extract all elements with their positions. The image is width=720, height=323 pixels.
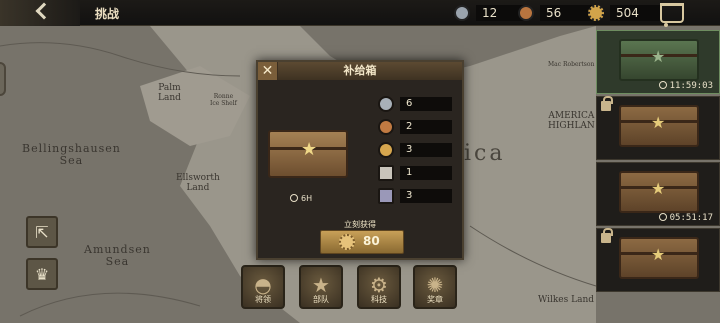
reward-row: 3 <box>378 188 454 204</box>
nav-medal-button[interactable]: ✺ 奖章 <box>413 265 457 309</box>
map-label-america: AMERICA HIGHLAN <box>548 111 595 131</box>
back-button[interactable] <box>0 0 80 26</box>
reward-value: 2 <box>400 120 452 134</box>
reward-row: 1 <box>378 165 454 181</box>
nav-units-label: 部队 <box>313 295 329 304</box>
resource-bronze: 56 <box>518 4 592 22</box>
nav-officer-label: 将领 <box>255 295 271 304</box>
map-label-palmer: Palm Land <box>158 83 181 103</box>
resource-bronze-value: 56 <box>540 5 592 21</box>
map-label-wilkes: Wilkes Land <box>538 295 595 305</box>
star-medal-icon <box>378 142 394 158</box>
bronze-medal-icon <box>378 119 394 135</box>
map-label-ronne: Ronne Ice Shelf <box>210 93 237 107</box>
supply-chest-icon: ★ <box>619 171 699 213</box>
nav-units-button[interactable]: ★ 部队 <box>299 265 343 309</box>
close-button[interactable]: ✕ <box>258 62 278 80</box>
map-label-bellingshausen: Bellingshausen Sea <box>22 142 121 168</box>
instant-get-caption: 立刻获得 <box>344 220 376 229</box>
clock-icon <box>658 81 667 89</box>
clock-icon <box>658 213 667 221</box>
cart-icon[interactable] <box>660 3 684 27</box>
lock-icon <box>601 96 613 111</box>
map-label-antarctica: ica <box>464 141 506 166</box>
close-icon: ✕ <box>261 63 274 79</box>
supply-chest-icon: ★ <box>619 237 699 279</box>
dialog-title: 补给箱 <box>258 62 462 80</box>
resource-gear: 504 <box>588 4 662 22</box>
price-value: 80 <box>363 234 380 248</box>
map-label-ellsworth: Ellsworth Land <box>176 173 220 193</box>
nav-tech-button[interactable]: ⚙ 科技 <box>357 265 401 309</box>
supply-chest-icon: ★ <box>619 105 699 147</box>
gear-medal-icon <box>339 234 355 250</box>
nav-medal-label: 奖章 <box>427 295 443 304</box>
officer-card-icon <box>378 188 394 204</box>
chest-timer: 05:51:17 <box>658 213 713 223</box>
lock-icon <box>601 228 613 243</box>
supply-box-dialog: 补给箱 ✕ ★ 6H 6 2 3 1 3 立刻获得 80 <box>256 60 464 260</box>
resource-gear-value: 504 <box>610 5 662 21</box>
supply-chest-icon: ★ <box>619 39 699 81</box>
chest-timer: 11:59:03 <box>658 81 713 91</box>
top-bar: 挑战 12 56 504 <box>0 0 720 27</box>
reward-value: 1 <box>400 166 452 180</box>
chest-duration: 6H <box>290 194 312 203</box>
silver-medal-icon <box>378 96 394 112</box>
reward-row: 3 <box>378 142 454 158</box>
nav-tech-label: 科技 <box>371 295 387 304</box>
chest-slot-1[interactable]: ★ 11:59:03 <box>596 30 720 94</box>
supply-chest-image: ★ <box>268 130 348 178</box>
reward-value: 3 <box>400 189 452 203</box>
reward-row: 2 <box>378 119 454 135</box>
officer-card-icon <box>378 165 394 181</box>
map-label-robertson: Mac Robertson <box>548 61 595 68</box>
map-label-amundsen: Amundsen Sea <box>84 243 151 269</box>
side-drawer-handle[interactable] <box>0 62 6 96</box>
chest-slot-2[interactable]: ★ <box>596 96 720 160</box>
instant-get-button[interactable]: 80 <box>320 230 404 254</box>
reward-value: 6 <box>400 97 452 111</box>
chest-slot-3[interactable]: ★ 05:51:17 <box>596 162 720 226</box>
chest-slot-4[interactable]: ★ <box>596 228 720 292</box>
silver-medal-icon <box>454 5 470 21</box>
nav-officer-button[interactable]: ◓ 将领 <box>241 265 285 309</box>
trophy-button[interactable]: ♛ <box>26 258 58 290</box>
clock-icon <box>290 194 298 202</box>
gear-medal-icon <box>588 5 604 21</box>
page-title: 挑战 <box>95 7 120 21</box>
share-button[interactable]: ⇱ <box>26 216 58 248</box>
share-icon: ⇱ <box>35 222 49 242</box>
bronze-medal-icon <box>518 5 534 21</box>
reward-row: 6 <box>378 96 454 112</box>
reward-value: 3 <box>400 143 452 157</box>
resource-silver: 12 <box>454 4 528 22</box>
trophy-icon: ♛ <box>34 264 50 284</box>
back-arrow-icon <box>35 2 53 20</box>
